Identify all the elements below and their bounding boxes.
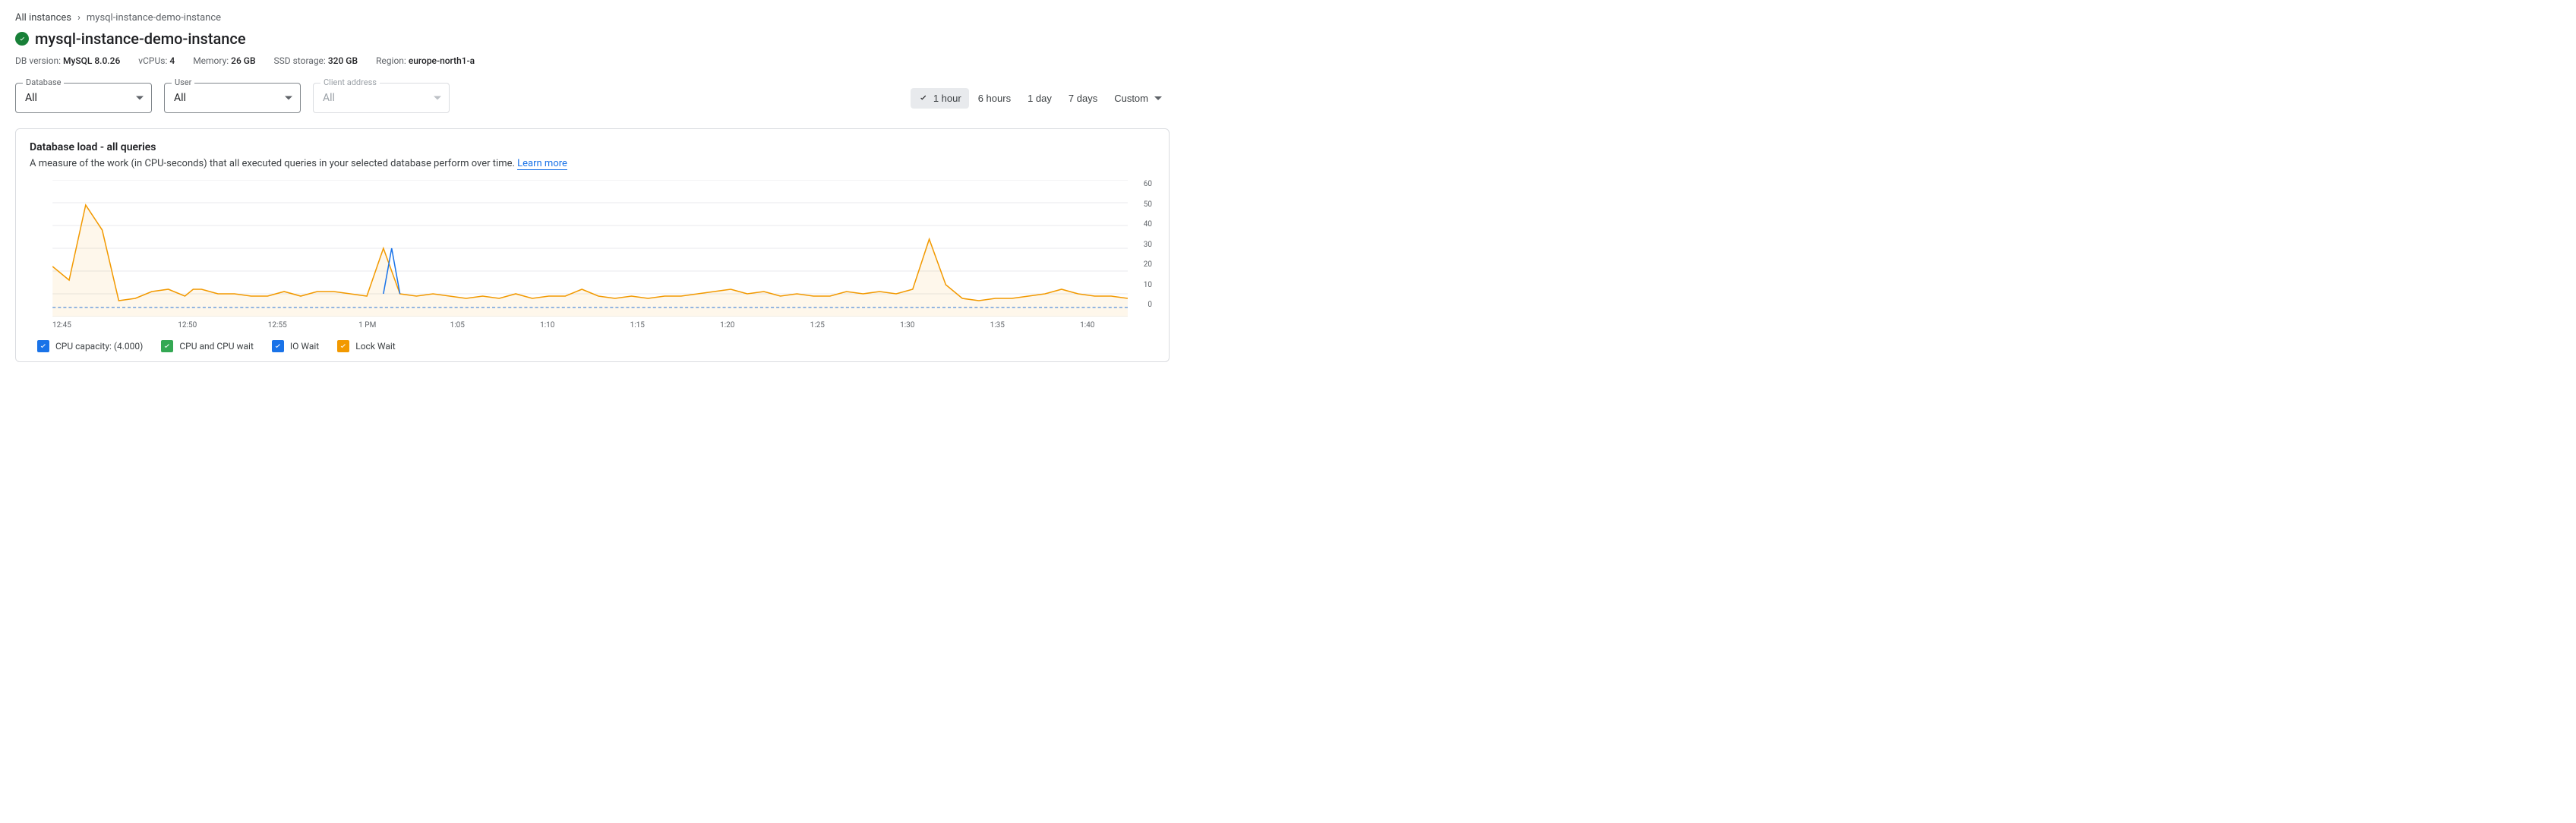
y-tick: 40: [1132, 220, 1152, 229]
user-select-label: User: [172, 77, 194, 87]
card-description-text: A measure of the work (in CPU-seconds) t…: [30, 158, 515, 169]
chevron-down-icon: [434, 96, 441, 100]
legend-io-wait[interactable]: IO Wait: [272, 340, 319, 352]
time-range-7days[interactable]: 7 days: [1061, 88, 1105, 109]
checkbox-icon: [337, 340, 349, 352]
time-range-6hours-label: 6 hours: [978, 93, 1011, 104]
legend-cpu-wait[interactable]: CPU and CPU wait: [161, 340, 254, 352]
time-range-1day-label: 1 day: [1028, 93, 1052, 104]
database-select-value: All: [25, 92, 37, 104]
legend-cpu-capacity[interactable]: CPU capacity: (4.000): [37, 340, 143, 352]
chevron-right-icon: ›: [77, 12, 80, 24]
memory-value: 26 GB: [231, 55, 255, 66]
y-tick: 0: [1132, 301, 1152, 309]
client-select-label: Client address: [320, 77, 380, 87]
title-row: mysql-instance-demo-instance: [15, 30, 1170, 48]
time-range-1hour-label: 1 hour: [933, 93, 961, 104]
db-load-card: Database load - all queries A measure of…: [15, 128, 1170, 362]
filter-row: Database All User All Client address All…: [15, 83, 1170, 113]
client-address-select: Client address All: [313, 83, 450, 113]
time-range-1hour[interactable]: 1 hour: [911, 88, 969, 109]
time-range-6hours[interactable]: 6 hours: [971, 88, 1018, 109]
time-range-toggle: 1 hour 6 hours 1 day 7 days Custom: [911, 88, 1170, 109]
time-range-custom-label: Custom: [1114, 93, 1148, 104]
region-value: europe-north1-a: [409, 55, 475, 66]
chart-svg: [30, 180, 1132, 317]
chart-legend: CPU capacity: (4.000) CPU and CPU wait I…: [30, 340, 1155, 352]
db-version-value: MySQL 8.0.26: [63, 55, 120, 66]
legend-io-wait-label: IO Wait: [290, 341, 319, 352]
memory-label: Memory:: [193, 55, 229, 66]
time-range-custom[interactable]: Custom: [1106, 88, 1170, 109]
time-range-1day[interactable]: 1 day: [1020, 88, 1059, 109]
vcpus-label: vCPUs:: [138, 55, 167, 66]
checkbox-icon: [272, 340, 284, 352]
y-tick: 50: [1132, 200, 1152, 209]
client-select-value: All: [323, 92, 335, 104]
chevron-down-icon: [136, 96, 144, 100]
vcpus-value: 4: [169, 55, 175, 66]
database-select[interactable]: Database All: [15, 83, 152, 113]
chevron-down-icon: [285, 96, 292, 100]
ssd-label: SSD storage:: [274, 55, 326, 66]
breadcrumb-root[interactable]: All instances: [15, 12, 71, 24]
database-select-label: Database: [23, 77, 64, 87]
y-tick: 10: [1132, 281, 1152, 289]
ssd-value: 320 GB: [328, 55, 358, 66]
card-title: Database load - all queries: [30, 141, 1155, 153]
y-tick: 20: [1132, 260, 1152, 269]
db-version-label: DB version:: [15, 55, 61, 66]
instance-meta: DB version: MySQL 8.0.26 vCPUs: 4 Memory…: [15, 55, 1170, 66]
check-icon: [918, 93, 929, 103]
y-axis: 60 50 40 30 20 10 0: [1132, 180, 1155, 309]
legend-lock-wait[interactable]: Lock Wait: [337, 340, 395, 352]
region-label: Region:: [376, 55, 406, 66]
breadcrumb-current: mysql-instance-demo-instance: [87, 12, 221, 24]
checkbox-icon: [161, 340, 173, 352]
breadcrumb: All instances › mysql-instance-demo-inst…: [15, 12, 1170, 24]
db-load-chart: 60 50 40 30 20 10 0: [30, 180, 1155, 332]
y-tick: 30: [1132, 241, 1152, 249]
y-tick: 60: [1132, 180, 1152, 188]
learn-more-link[interactable]: Learn more: [517, 158, 567, 170]
user-select[interactable]: User All: [164, 83, 301, 113]
page-title: mysql-instance-demo-instance: [35, 30, 246, 48]
legend-cpu-wait-label: CPU and CPU wait: [179, 341, 254, 352]
legend-lock-wait-label: Lock Wait: [355, 341, 395, 352]
card-description: A measure of the work (in CPU-seconds) t…: [30, 158, 1155, 169]
chevron-down-icon: [1154, 96, 1162, 100]
user-select-value: All: [174, 92, 186, 104]
legend-cpu-capacity-label: CPU capacity: (4.000): [55, 341, 143, 352]
checkbox-icon: [37, 340, 49, 352]
status-ok-icon: [15, 32, 29, 46]
time-range-7days-label: 7 days: [1069, 93, 1097, 104]
